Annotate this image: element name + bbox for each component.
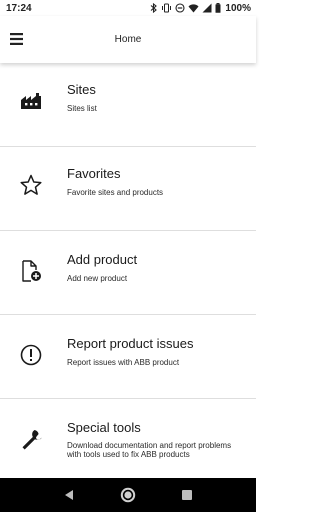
status-time: 17:24 xyxy=(6,2,32,14)
hamburger-menu-button[interactable] xyxy=(9,31,25,47)
back-icon xyxy=(65,490,74,500)
menu-item-subtitle: Report issues with ABB product xyxy=(67,358,180,367)
menu-item-special-tools[interactable]: Special tools Download documentation and… xyxy=(0,399,256,478)
menu-item-title: Favorites xyxy=(67,166,121,181)
menu-item-report-product-issues[interactable]: Report product issues Report issues with… xyxy=(0,315,256,399)
home-menu-list: Sites Sites list Favorites Favorite site… xyxy=(0,63,256,478)
battery-percentage: 100% xyxy=(225,2,251,14)
home-button[interactable] xyxy=(118,485,138,505)
menu-item-sites[interactable]: Sites Sites list xyxy=(0,63,256,147)
minus-circle-icon xyxy=(175,3,185,13)
back-button[interactable] xyxy=(59,485,79,505)
recents-button[interactable] xyxy=(177,485,197,505)
hamburger-menu-icon xyxy=(10,33,23,45)
factory-icon xyxy=(20,90,42,112)
wrench-icon xyxy=(20,428,42,450)
menu-item-title: Special tools xyxy=(67,420,141,435)
menu-item-subtitle: Add new product xyxy=(67,274,128,283)
system-navigation-bar xyxy=(0,478,256,512)
menu-item-subtitle: Download documentation and report proble… xyxy=(67,441,232,459)
add-document-icon xyxy=(20,260,42,282)
menu-item-favorites[interactable]: Favorites Favorite sites and products xyxy=(0,147,256,231)
status-icons: 100% xyxy=(150,3,251,14)
star-icon xyxy=(20,174,42,196)
signal-icon xyxy=(202,3,212,13)
home-circle-icon xyxy=(120,487,136,503)
status-bar: 17:24 100% xyxy=(0,0,256,16)
page-title: Home xyxy=(114,34,142,45)
battery-icon xyxy=(215,3,221,13)
menu-item-title: Report product issues xyxy=(67,336,194,351)
vibrate-icon xyxy=(161,3,172,13)
menu-item-title: Sites xyxy=(67,82,96,97)
wifi-icon xyxy=(188,3,199,13)
menu-item-subtitle: Favorite sites and products xyxy=(67,188,164,197)
menu-item-subtitle: Sites list xyxy=(67,104,97,113)
alert-circle-icon xyxy=(20,344,42,366)
menu-item-title: Add product xyxy=(67,252,138,267)
recents-square-icon xyxy=(181,490,192,500)
menu-item-add-product[interactable]: Add product Add new product xyxy=(0,231,256,315)
bluetooth-icon xyxy=(150,3,158,13)
app-bar: Home xyxy=(0,16,256,63)
